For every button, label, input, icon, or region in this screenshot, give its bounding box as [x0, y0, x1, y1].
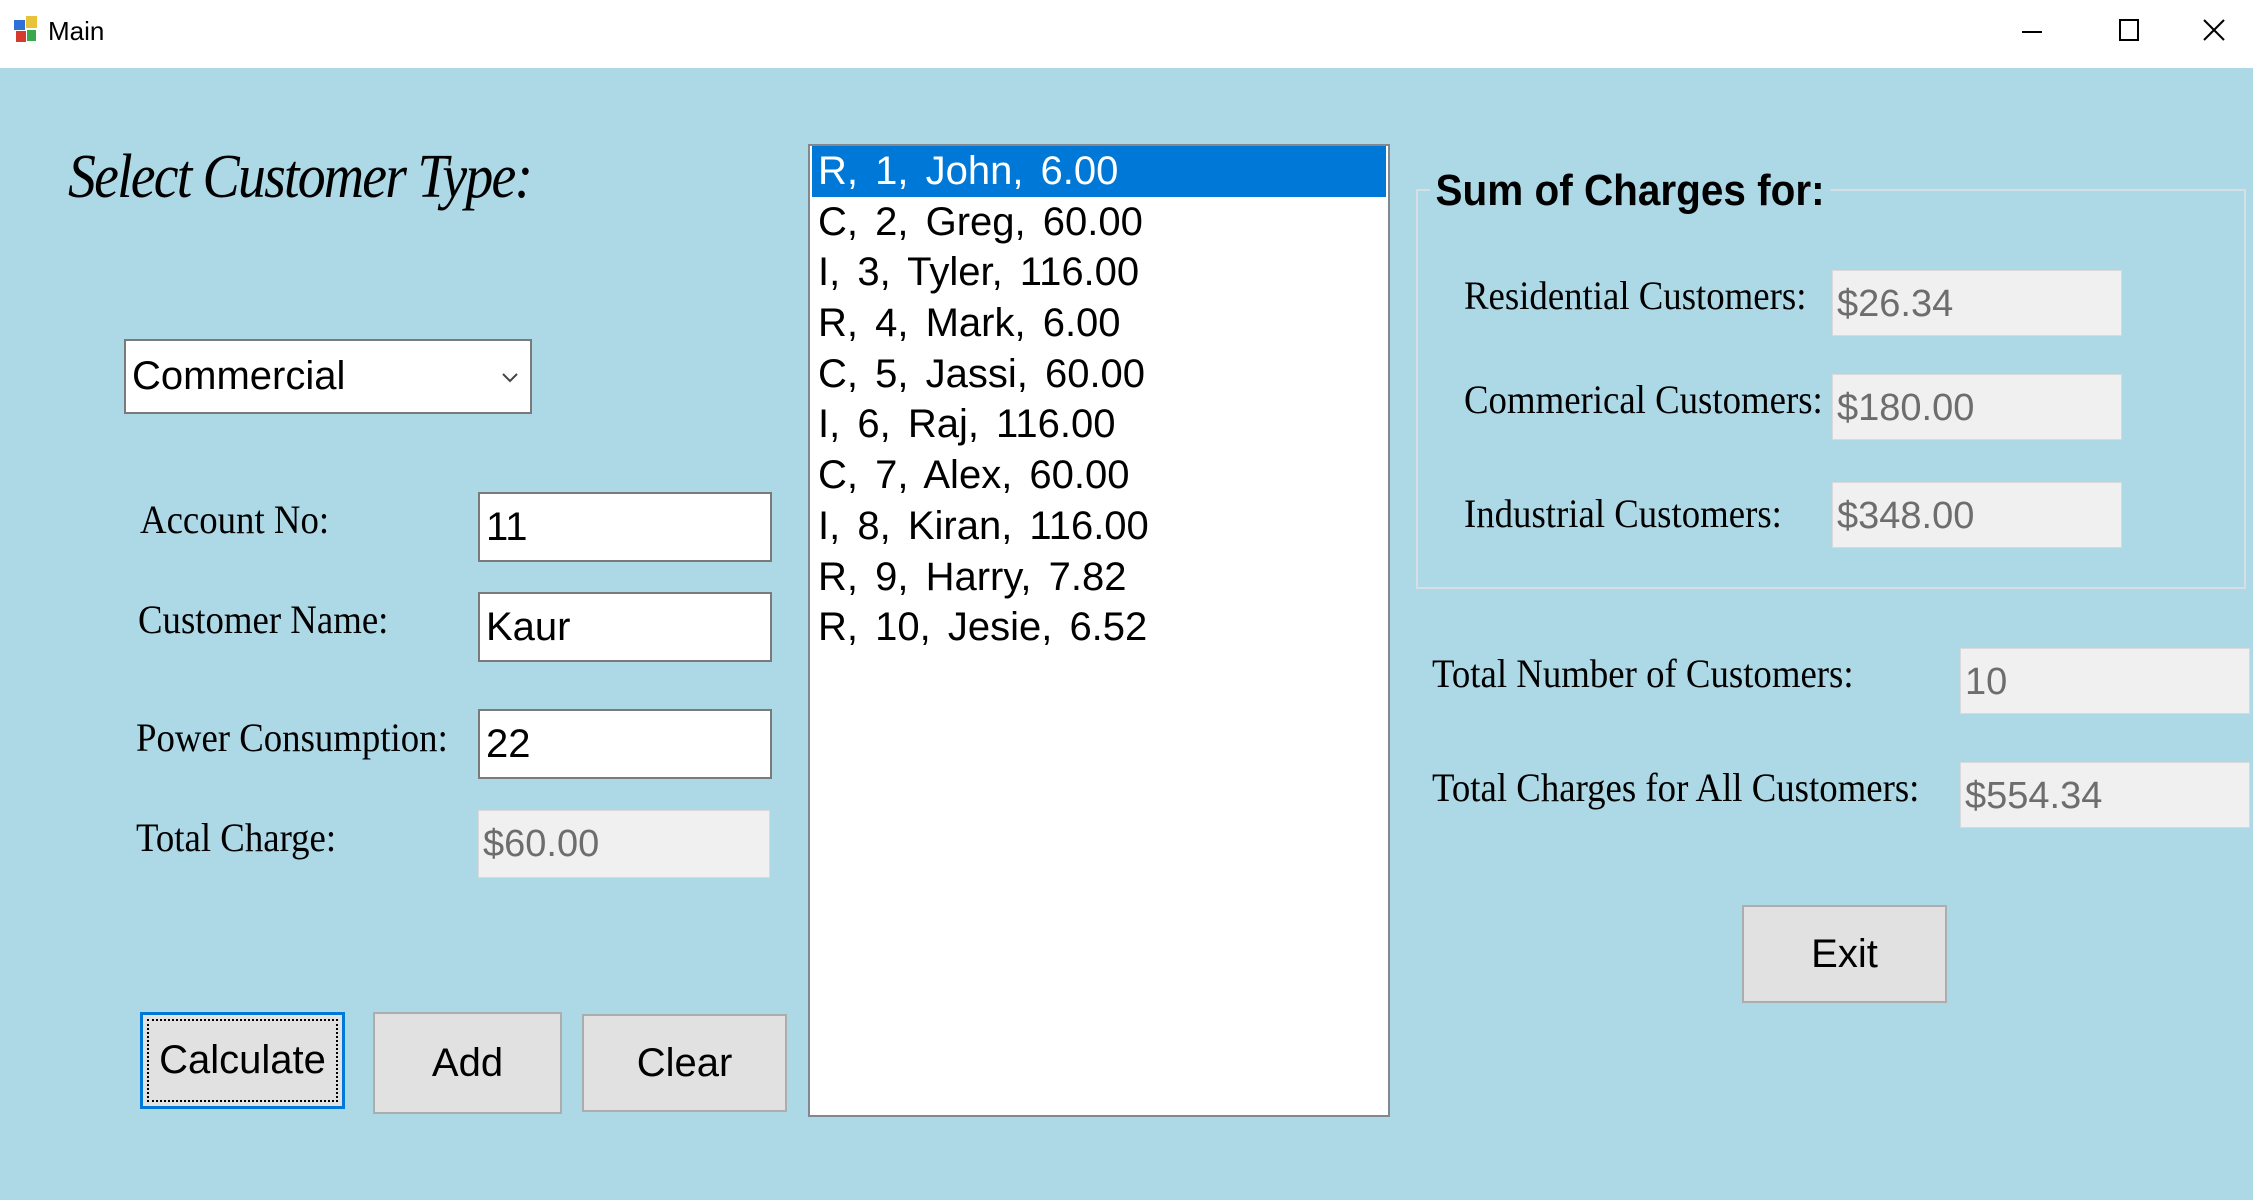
maximize-button[interactable] — [2077, 0, 2167, 64]
add-button[interactable]: Add — [373, 1012, 562, 1114]
residential-customers-label: Residential Customers: — [1464, 273, 1807, 318]
customer-name-input[interactable]: Kaur — [478, 592, 772, 662]
residential-charges-output: $26.34 — [1832, 270, 2122, 336]
exit-button[interactable]: Exit — [1742, 905, 1947, 1003]
total-charges-label: Total Charges for All Customers: — [1432, 765, 1920, 810]
power-consumption-label: Power Consumption: — [136, 715, 448, 760]
industrial-charges-output: $348.00 — [1832, 482, 2122, 548]
list-item[interactable]: R, 4, Mark, 6.00 — [812, 298, 1386, 349]
total-customers-label: Total Number of Customers: — [1432, 651, 1854, 696]
maximize-icon — [2119, 19, 2139, 41]
list-item[interactable]: I, 6, Raj, 116.00 — [812, 399, 1386, 450]
total-charge-label: Total Charge: — [136, 815, 337, 860]
total-customers-output: 10 — [1960, 648, 2250, 714]
power-consumption-input[interactable]: 22 — [478, 709, 772, 779]
select-customer-type-heading: Select Customer Type: — [68, 143, 533, 211]
minimize-icon — [2022, 31, 2042, 33]
main-window: Main Select Customer Type: Commercial Ac… — [0, 0, 2253, 1200]
list-item[interactable]: I, 8, Kiran, 116.00 — [812, 501, 1386, 552]
list-item[interactable]: C, 7, Alex, 60.00 — [812, 450, 1386, 501]
minimize-button[interactable] — [1987, 0, 2077, 64]
calculate-button[interactable]: Calculate — [140, 1012, 345, 1109]
account-no-input[interactable]: 11 — [478, 492, 772, 562]
customer-type-value: Commercial — [132, 354, 346, 398]
customer-listbox[interactable]: R, 1, John, 6.00 C, 2, Greg, 60.00 I, 3, T… — [808, 144, 1390, 1117]
commercial-customers-label: Commerical Customers: — [1464, 377, 1823, 422]
list-item[interactable]: R, 9, Harry, 7.82 — [812, 552, 1386, 603]
list-item[interactable]: R, 10, Jesie, 6.52 — [812, 602, 1386, 653]
customer-type-dropdown[interactable]: Commercial — [124, 339, 532, 414]
total-charge-output: $60.00 — [478, 810, 770, 878]
window-title: Main — [48, 16, 105, 46]
account-no-label: Account No: — [140, 497, 330, 542]
chevron-down-icon — [502, 373, 518, 383]
list-item[interactable]: C, 5, Jassi, 60.00 — [812, 349, 1386, 400]
app-icon — [14, 16, 37, 42]
clear-button-label: Clear — [636, 1040, 733, 1085]
industrial-customers-label: Industrial Customers: — [1464, 491, 1782, 536]
focus-rectangle — [147, 1019, 338, 1102]
exit-button-label: Exit — [1811, 931, 1878, 976]
customer-list: R, 1, John, 6.00 C, 2, Greg, 60.00 I, 3, T… — [810, 146, 1388, 653]
close-icon — [2203, 19, 2225, 41]
sum-of-charges-title: Sum of Charges for: — [1430, 166, 1831, 216]
total-charges-output: $554.34 — [1960, 762, 2250, 828]
list-item[interactable]: I, 3, Tyler, 116.00 — [812, 247, 1386, 298]
list-item[interactable]: R, 1, John, 6.00 — [812, 146, 1386, 197]
title-bar[interactable]: Main — [0, 0, 2253, 68]
commercial-charges-output: $180.00 — [1832, 374, 2122, 440]
clear-button[interactable]: Clear — [582, 1014, 787, 1112]
close-button[interactable] — [2167, 0, 2253, 64]
add-button-label: Add — [431, 1040, 504, 1085]
customer-name-label: Customer Name: — [138, 597, 389, 642]
list-item[interactable]: C, 2, Greg, 60.00 — [812, 197, 1386, 248]
